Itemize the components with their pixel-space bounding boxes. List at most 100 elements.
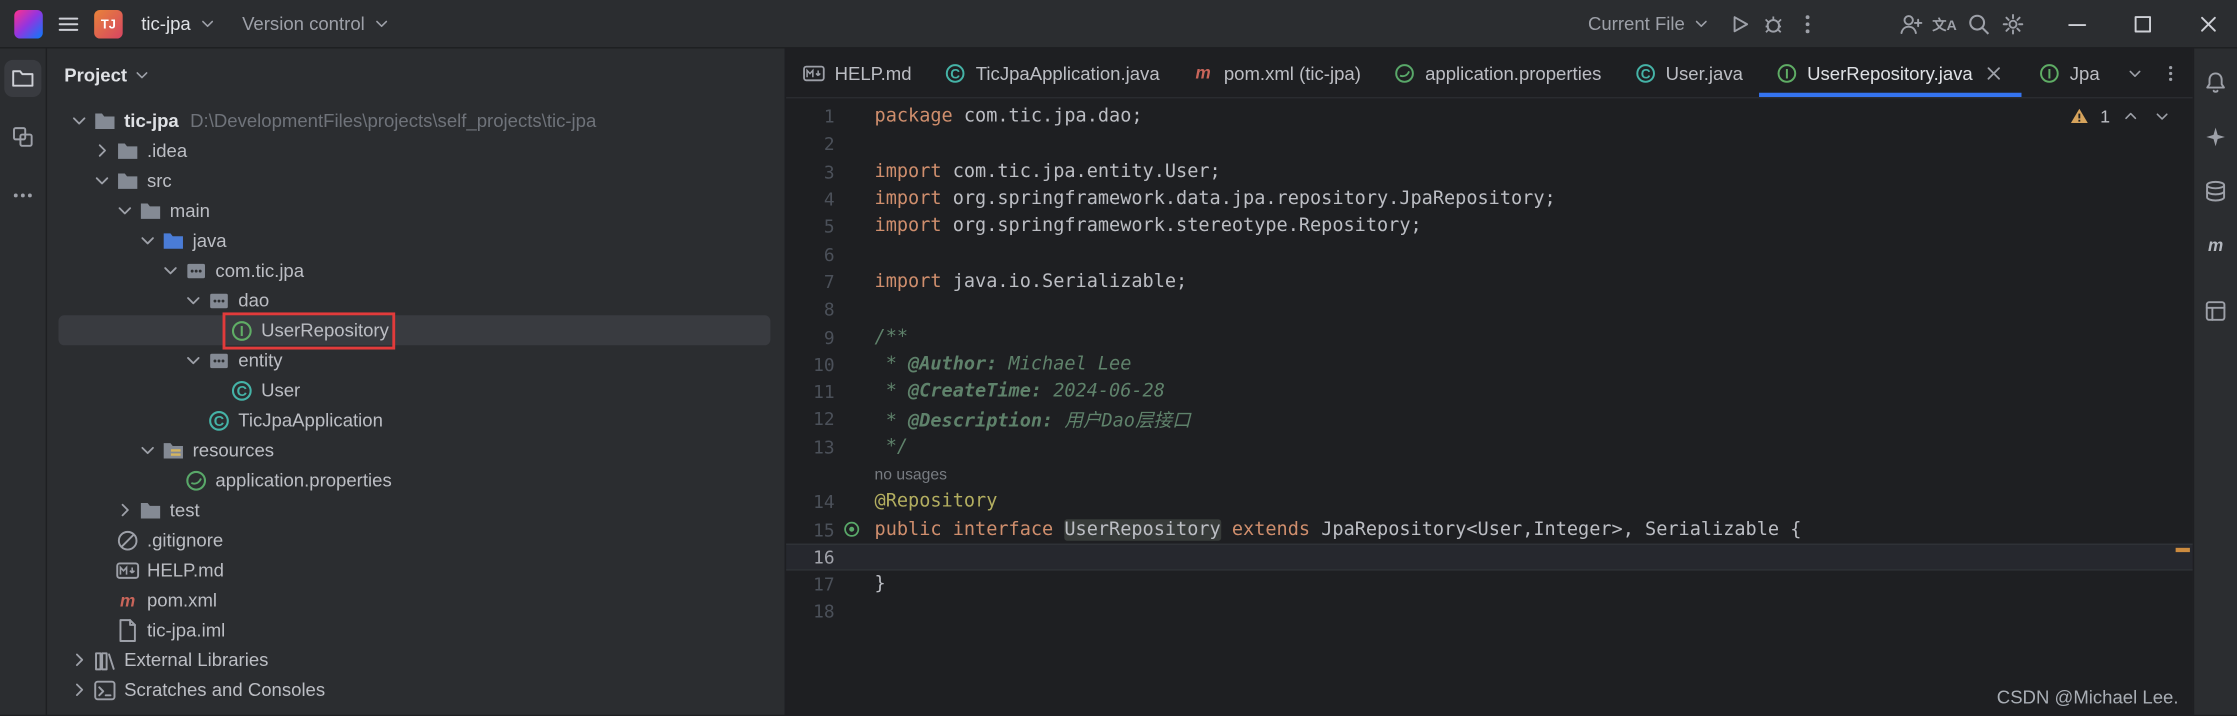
- code-text[interactable]: import org.springframework.data.jpa.repo…: [872, 188, 1556, 209]
- code-text[interactable]: import com.tic.jpa.entity.User;: [872, 161, 1221, 182]
- tree-item-entity[interactable]: entity: [58, 345, 770, 375]
- gutter[interactable]: 13: [786, 436, 872, 457]
- tree-item-dao[interactable]: dao: [58, 285, 770, 315]
- tree-entry[interactable]: entity: [205, 347, 283, 373]
- gutter[interactable]: 4: [786, 188, 872, 209]
- chevron-down-icon[interactable]: [181, 288, 205, 312]
- database-button[interactable]: [2198, 174, 2232, 208]
- close-tab-icon[interactable]: [1981, 61, 2005, 85]
- tree-entry[interactable]: resources: [160, 437, 274, 463]
- gutter[interactable]: 18: [786, 601, 872, 622]
- code-line-17[interactable]: 17}: [786, 571, 2193, 599]
- tree-entry[interactable]: tic-jpa.iml: [114, 617, 225, 643]
- tree-item-scratches-and-consoles[interactable]: Scratches and Consoles: [58, 675, 770, 705]
- code-line-7[interactable]: 7 import java.io.Serializable;: [786, 268, 2193, 296]
- gutter[interactable]: 2: [786, 133, 872, 154]
- tree-item-src[interactable]: src: [58, 165, 770, 195]
- chevron-down-icon[interactable]: [158, 258, 182, 282]
- gutter[interactable]: 11: [786, 381, 872, 402]
- translate-icon[interactable]: 文A: [1932, 11, 1958, 37]
- tree-entry[interactable]: HELP.md: [114, 557, 224, 583]
- code-line-15[interactable]: 15 public interface UserRepository extend…: [786, 516, 2193, 544]
- code-text[interactable]: @Repository: [872, 491, 998, 512]
- run-button[interactable]: [1726, 11, 1752, 37]
- code-line-6[interactable]: 6: [786, 240, 2193, 268]
- gutter[interactable]: 15: [786, 519, 872, 540]
- tree-entry[interactable]: tic-jpa: [91, 108, 179, 134]
- tree-item-resources[interactable]: resources: [58, 435, 770, 465]
- previous-problem-icon[interactable]: [2120, 106, 2141, 127]
- tab-ticjpaapplication-java[interactable]: C TicJpaApplication.java: [927, 49, 1175, 98]
- scrollbar-warning-mark[interactable]: [2175, 547, 2190, 553]
- code-text[interactable]: no usages: [872, 464, 947, 485]
- spring-bean-gutter[interactable]: [835, 519, 869, 539]
- gutter[interactable]: 3: [786, 161, 872, 182]
- tree-entry[interactable]: com.tic.jpa: [183, 258, 304, 284]
- tree-entry[interactable]: .gitignore: [114, 527, 223, 553]
- code-text[interactable]: import org.springframework.stereotype.Re…: [872, 216, 1422, 237]
- gutter[interactable]: 9: [786, 326, 872, 347]
- tree-item-help-md[interactable]: HELP.md: [58, 555, 770, 585]
- chevron-down-icon[interactable]: [136, 438, 160, 462]
- code-line-10[interactable]: 10 * @Author: Michael Lee: [786, 350, 2193, 378]
- code-text[interactable]: */: [872, 436, 908, 457]
- gutter[interactable]: 7: [786, 271, 872, 292]
- search-everywhere-icon[interactable]: [1966, 11, 1992, 37]
- tree-entry[interactable]: main: [137, 198, 210, 224]
- tab-pom-xml-tic-jpa[interactable]: m pom.xml (tic-jpa): [1175, 49, 1376, 98]
- tab-userrepository-java[interactable]: I UserRepository.java: [1759, 49, 2022, 98]
- tool-frame-button[interactable]: [2198, 294, 2232, 328]
- code-line-5[interactable]: 5 import org.springframework.stereotype.R…: [786, 213, 2193, 241]
- code-line-8[interactable]: 8: [786, 295, 2193, 323]
- chevron-down-icon[interactable]: [136, 228, 160, 252]
- code-text[interactable]: * @Description: 用户Dao层接口: [872, 406, 1191, 432]
- structure-button[interactable]: [4, 118, 41, 155]
- tree-item-com-tic-jpa[interactable]: com.tic.jpa: [58, 255, 770, 285]
- code-with-me-icon[interactable]: [1897, 11, 1923, 37]
- code-line-14[interactable]: 14 @Repository: [786, 488, 2193, 516]
- gutter[interactable]: 8: [786, 298, 872, 319]
- chevron-down-icon[interactable]: [131, 63, 152, 84]
- bell-button[interactable]: [2198, 66, 2232, 100]
- tree-item-ticjpaapplication[interactable]: C TicJpaApplication: [58, 405, 770, 435]
- code-text[interactable]: public interface UserRepository extends …: [872, 518, 1801, 541]
- code-line-2[interactable]: 2: [786, 130, 2193, 158]
- code-line-1[interactable]: 1 package com.tic.jpa.dao;: [786, 103, 2193, 131]
- tree-item-pom-xml[interactable]: m pom.xml: [58, 585, 770, 615]
- gutter[interactable]: 16: [786, 546, 872, 567]
- annotated-tree-entry[interactable]: I UserRepository: [222, 311, 395, 349]
- tree-entry[interactable]: application.properties: [183, 467, 392, 493]
- chevron-down-icon[interactable]: [67, 108, 91, 132]
- main-menu-icon[interactable]: [56, 11, 82, 37]
- project-badge[interactable]: TJ: [94, 9, 123, 38]
- gutter[interactable]: 6: [786, 243, 872, 264]
- tree-item-application-properties[interactable]: application.properties: [58, 465, 770, 495]
- more-actions-icon[interactable]: [1795, 11, 1821, 37]
- tree-entry[interactable]: src: [114, 168, 172, 194]
- code-text[interactable]: * @Author: Michael Lee: [872, 354, 1132, 375]
- tree-item-gitignore[interactable]: .gitignore: [58, 525, 770, 555]
- gutter[interactable]: 10: [786, 354, 872, 375]
- tree-item-java[interactable]: java: [58, 225, 770, 255]
- ai-star-button[interactable]: [2198, 120, 2232, 154]
- warning-icon[interactable]: [2069, 106, 2090, 127]
- chevron-right-icon[interactable]: [113, 498, 137, 522]
- project-folder-button[interactable]: [4, 59, 42, 98]
- gutter[interactable]: 5: [786, 216, 872, 237]
- chevron-down-icon[interactable]: [181, 348, 205, 372]
- code-text[interactable]: * @CreateTime: 2024-06-28: [872, 381, 1165, 402]
- tree-item-tic-jpa-iml[interactable]: tic-jpa.iml: [58, 615, 770, 645]
- close-button[interactable]: [2180, 0, 2237, 48]
- chevron-down-icon[interactable]: [113, 198, 137, 222]
- run-config-selector[interactable]: Current File: [1582, 9, 1717, 39]
- hidden-tabs-icon[interactable]: [2124, 62, 2145, 83]
- maximize-button[interactable]: [2114, 0, 2171, 48]
- gutter[interactable]: 1: [786, 106, 872, 127]
- chevron-down-icon[interactable]: [90, 168, 114, 192]
- maven-m-button[interactable]: m: [2198, 228, 2232, 262]
- code-line-4[interactable]: 4 import org.springframework.data.jpa.rep…: [786, 185, 2193, 213]
- code-line-16[interactable]: 16: [786, 543, 2193, 571]
- tab-options-icon[interactable]: [2160, 62, 2181, 83]
- code-line-11[interactable]: 11 * @CreateTime: 2024-06-28: [786, 378, 2193, 406]
- code-line-13[interactable]: 13 */: [786, 433, 2193, 461]
